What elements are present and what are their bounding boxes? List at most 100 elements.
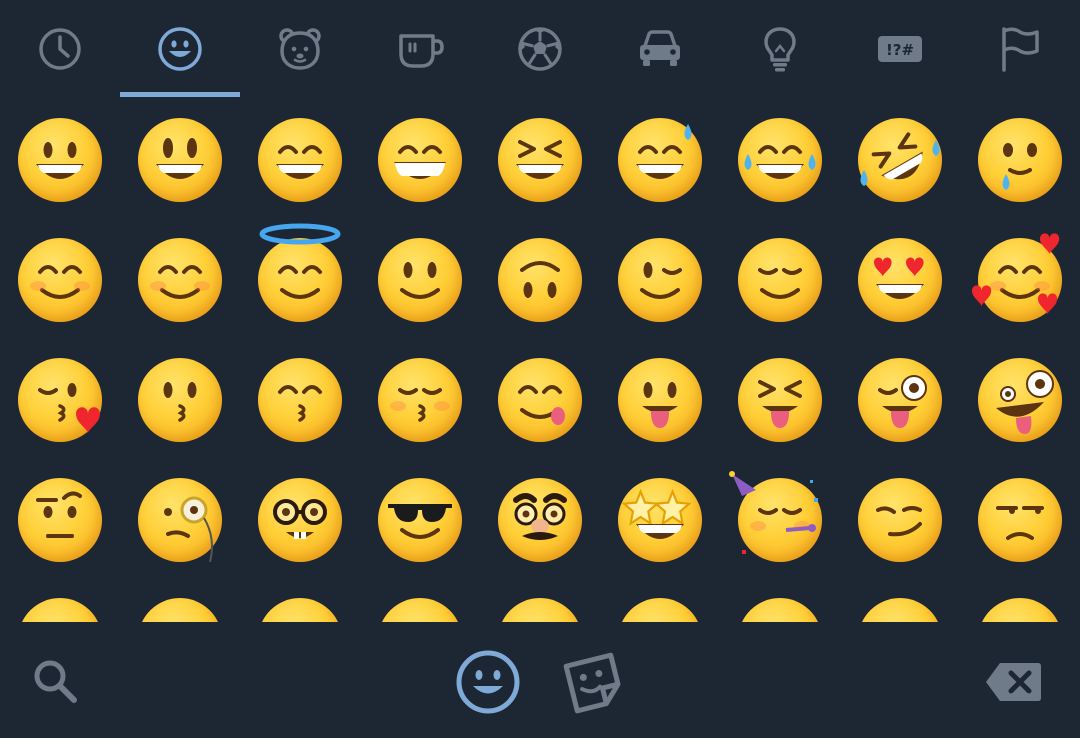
smiling-face-icon: [18, 238, 102, 322]
search-button[interactable]: [20, 646, 90, 716]
emoji-mode-button[interactable]: [453, 647, 523, 717]
symbols-tab[interactable]: !?#: [840, 0, 960, 100]
emoji-smiling-face[interactable]: [0, 220, 120, 340]
emoji-kissing-face-closed-eyes[interactable]: [360, 340, 480, 460]
animals-tab[interactable]: [240, 0, 360, 100]
emoji-face-with-monocle[interactable]: [120, 460, 240, 580]
emoji-smiling-face-hearts[interactable]: [960, 220, 1080, 340]
squinting-face-icon: [498, 118, 582, 202]
smirking-face-icon: [858, 478, 942, 562]
emoji-face-with-tongue[interactable]: [600, 340, 720, 460]
partial-7-icon: [738, 598, 822, 622]
travel-tab[interactable]: [600, 0, 720, 100]
emoji-partial-1[interactable]: [0, 580, 120, 622]
smiling-face-halo-icon: [258, 223, 342, 322]
emoji-partial-3[interactable]: [240, 580, 360, 622]
emoji-unamused-face[interactable]: [960, 460, 1080, 580]
face-blowing-kiss-icon: [18, 358, 102, 442]
emoji-tears-of-joy[interactable]: [720, 100, 840, 220]
emoji-disguised-face[interactable]: [480, 460, 600, 580]
emoji-partial-6[interactable]: [600, 580, 720, 622]
bear-icon: [279, 28, 321, 70]
emoji-face-savoring-food[interactable]: [480, 340, 600, 460]
emoji-star-struck[interactable]: [600, 460, 720, 580]
squinting-face-tongue-icon: [738, 358, 822, 442]
car-icon: [640, 30, 680, 66]
slightly-smiling-face-icon: [378, 238, 462, 322]
emoji-squinting-face-tongue[interactable]: [720, 340, 840, 460]
emoji-partying-face[interactable]: [720, 460, 840, 580]
holding-back-tears-icon: [978, 118, 1062, 202]
emoji-squinting-face[interactable]: [480, 100, 600, 220]
emoji-smiling-face-halo[interactable]: [240, 220, 360, 340]
emoji-smiling-face-smiling-eyes[interactable]: [120, 220, 240, 340]
kissing-face-icon: [138, 358, 222, 442]
heart-eyes-icon: [858, 238, 942, 322]
recent-tab[interactable]: [0, 0, 120, 100]
clock-icon: [39, 28, 81, 70]
emoji-beaming-face[interactable]: [360, 100, 480, 220]
emoji-slightly-smiling-face[interactable]: [360, 220, 480, 340]
tears-of-joy-icon: [738, 118, 822, 202]
emoji-kissing-face[interactable]: [120, 340, 240, 460]
sticker-icon: [563, 652, 621, 714]
search-icon: [34, 660, 77, 703]
grinning-face-smiling-eyes-icon: [258, 118, 342, 202]
emoji-panel-bottom-bar: [0, 622, 1080, 738]
activity-tab[interactable]: [480, 0, 600, 100]
emoji-partial-4[interactable]: [360, 580, 480, 622]
emoji-grinning-face[interactable]: [0, 100, 120, 220]
emoji-relieved-face[interactable]: [720, 220, 840, 340]
symbols-tab-label: !?#: [886, 41, 914, 59]
nerd-face-icon: [258, 478, 342, 562]
emoji-grinning-face-smiling-eyes[interactable]: [240, 100, 360, 220]
backspace-button[interactable]: [978, 650, 1048, 714]
emoji-grinning-face-big-eyes[interactable]: [120, 100, 240, 220]
sticker-mode-button[interactable]: [558, 647, 630, 719]
winking-face-icon: [618, 238, 702, 322]
emoji-grinning-face-sweat[interactable]: [600, 100, 720, 220]
smiling-face-hearts-icon: [972, 233, 1062, 322]
kissing-face-smiling-eyes-icon: [258, 358, 342, 442]
rolling-on-floor-laughing-icon: [858, 118, 942, 202]
soccer-ball-icon: [518, 27, 562, 71]
partial-4-icon: [378, 598, 462, 622]
emoji-heart-eyes[interactable]: [840, 220, 960, 340]
food-tab[interactable]: [360, 0, 480, 100]
symbols-icon: !?#: [878, 36, 922, 62]
emoji-winking-face-tongue[interactable]: [840, 340, 960, 460]
objects-tab[interactable]: [720, 0, 840, 100]
emoji-partial-8[interactable]: [840, 580, 960, 622]
emoji-partial-5[interactable]: [480, 580, 600, 622]
emoji-winking-face[interactable]: [600, 220, 720, 340]
unamused-face-icon: [978, 478, 1062, 562]
partial-1-icon: [18, 598, 102, 622]
disguised-face-icon: [498, 478, 582, 562]
emoji-face-raised-eyebrow[interactable]: [0, 460, 120, 580]
partial-5-icon: [498, 598, 582, 622]
emoji-zany-face[interactable]: [960, 340, 1080, 460]
emoji-rolling-on-floor-laughing[interactable]: [840, 100, 960, 220]
emoji-partial-2[interactable]: [120, 580, 240, 622]
emoji-kissing-face-smiling-eyes[interactable]: [240, 340, 360, 460]
emoji-nerd-face[interactable]: [240, 460, 360, 580]
smiling-face-smiling-eyes-icon: [138, 238, 222, 322]
flag-icon: [1002, 27, 1039, 72]
partial-3-icon: [258, 598, 342, 622]
smileys-tab[interactable]: [120, 0, 240, 100]
face-with-tongue-icon: [618, 358, 702, 442]
winking-face-tongue-icon: [858, 358, 942, 442]
relieved-face-icon: [738, 238, 822, 322]
emoji-upside-down-face[interactable]: [480, 220, 600, 340]
emoji-partial-9[interactable]: [960, 580, 1080, 622]
face-with-monocle-icon: [138, 478, 222, 563]
emoji-smirking-face[interactable]: [840, 460, 960, 580]
emoji-face-blowing-kiss[interactable]: [0, 340, 120, 460]
flags-tab[interactable]: [960, 0, 1080, 100]
zany-face-icon: [978, 358, 1062, 442]
emoji-smiling-face-sunglasses[interactable]: [360, 460, 480, 580]
face-savoring-food-icon: [498, 358, 582, 442]
emoji-holding-back-tears[interactable]: [960, 100, 1080, 220]
beaming-face-icon: [378, 118, 462, 202]
emoji-partial-7[interactable]: [720, 580, 840, 622]
